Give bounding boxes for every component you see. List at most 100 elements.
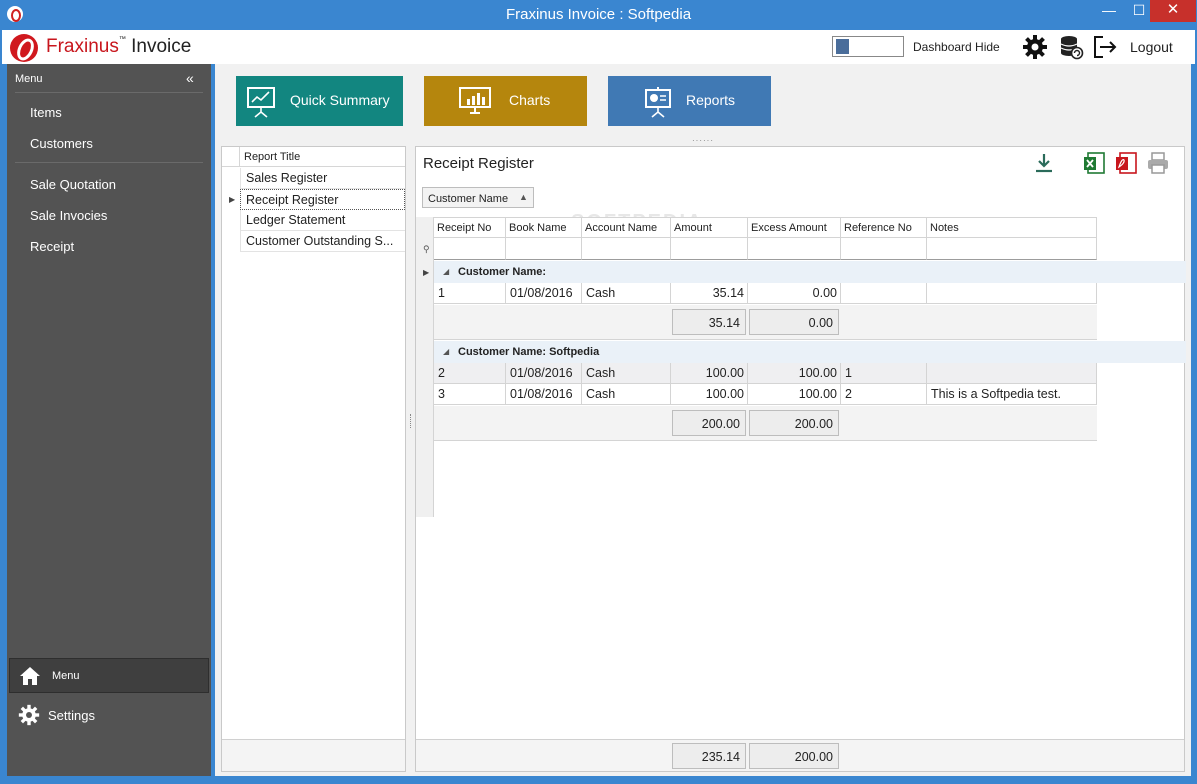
sidebar-bottom-settings[interactable]: Settings — [9, 698, 209, 732]
window-title-bar: Fraxinus Invoice : Softpedia — ☐ ✕ — [0, 0, 1197, 30]
quick-summary-label: Quick Summary — [290, 92, 390, 108]
filter-cell-excess-amount[interactable] — [748, 238, 841, 260]
report-title-column[interactable]: Report Title — [244, 151, 300, 163]
vertical-splitter[interactable] — [410, 414, 413, 428]
report-item-label: Ledger Statement — [246, 213, 346, 227]
group-row-customer-name[interactable]: ◢ Customer Name: — [434, 261, 1186, 283]
reports-tile[interactable]: Reports — [608, 76, 771, 126]
filter-cell-receipt-no[interactable] — [434, 238, 506, 260]
group-collapse-icon[interactable]: ◢ — [443, 267, 449, 276]
row-indicator-column — [416, 217, 434, 517]
cell-book-name: 01/08/2016 — [506, 283, 582, 304]
settings-gear-icon — [18, 704, 40, 726]
dashboard-toggle[interactable] — [832, 36, 904, 57]
group-chip-label: Customer Name — [428, 193, 509, 205]
filter-cell-reference-no[interactable] — [841, 238, 927, 260]
table-row[interactable]: 3 01/08/2016 Cash 100.00 100.00 2 This i… — [434, 384, 1097, 405]
report-item-sales-register[interactable]: Sales Register — [240, 168, 405, 189]
report-list-footer — [222, 739, 405, 771]
cell-account-name: Cash — [582, 363, 671, 384]
column-header-label: Book Name — [509, 222, 567, 234]
home-icon — [20, 667, 40, 685]
quick-summary-tile[interactable]: Quick Summary — [236, 76, 403, 126]
column-header-amount[interactable]: Amount — [671, 217, 748, 238]
group-collapse-icon[interactable]: ◢ — [443, 347, 449, 356]
cell-account-name: Cash — [582, 283, 671, 304]
charts-tile[interactable]: Charts — [424, 76, 587, 126]
report-item-label: Sales Register — [246, 171, 328, 185]
bottom-settings-label: Settings — [48, 708, 95, 723]
dashboard-hide-label: Dashboard Hide — [913, 40, 1000, 54]
logout-icon[interactable] — [1092, 34, 1118, 60]
sidebar-bottom-menu[interactable]: Menu — [9, 658, 209, 693]
logo-product: Invoice — [125, 36, 192, 57]
column-header-book-name[interactable]: Book Name — [506, 217, 582, 238]
cell-receipt-no: 1 — [434, 283, 506, 304]
charts-label: Charts — [509, 92, 551, 108]
cell-reference-no: 2 — [841, 384, 927, 405]
settings-gear-icon[interactable] — [1022, 34, 1048, 60]
sidebar-divider — [15, 162, 203, 163]
close-button[interactable]: ✕ — [1150, 0, 1196, 22]
app-logo: Fraxinus™ Invoice — [46, 36, 191, 58]
filter-cell-notes[interactable] — [927, 238, 1097, 260]
export-pdf-icon[interactable] — [1114, 151, 1138, 175]
table-row[interactable]: 1 01/08/2016 Cash 35.14 0.00 — [434, 283, 1097, 304]
column-header-account-name[interactable]: Account Name — [582, 217, 671, 238]
filter-row-pin-icon[interactable]: ⚲ — [423, 244, 430, 255]
report-item-receipt-register[interactable]: Receipt Register — [240, 189, 405, 210]
filter-cell-account-name[interactable] — [582, 238, 671, 260]
total-amount: 235.14 — [672, 743, 746, 769]
column-header-notes[interactable]: Notes — [927, 217, 1097, 238]
sidebar-title: Menu — [15, 73, 43, 85]
export-excel-icon[interactable] — [1082, 151, 1106, 175]
group-sum-excess: 0.00 — [749, 309, 839, 335]
column-header-label: Receipt No — [437, 222, 492, 234]
main-area: Quick Summary Charts Reports ······ Repo… — [215, 64, 1191, 776]
table-row[interactable]: 2 01/08/2016 Cash 100.00 100.00 1 — [434, 363, 1097, 384]
total-excess-amount: 200.00 — [749, 743, 839, 769]
filter-cell-amount[interactable] — [671, 238, 748, 260]
database-sync-icon[interactable] — [1058, 34, 1084, 60]
group-sum-excess: 200.00 — [749, 410, 839, 436]
report-item-label: Customer Outstanding S... — [246, 234, 394, 248]
cell-excess-amount: 0.00 — [748, 283, 841, 304]
column-header-excess-amount[interactable]: Excess Amount — [748, 217, 841, 238]
toggle-knob — [836, 39, 849, 54]
sidebar-item-customers[interactable]: Customers — [30, 136, 93, 151]
horizontal-splitter[interactable]: ······ — [692, 136, 714, 145]
minimize-button[interactable]: — — [1094, 0, 1124, 22]
cell-reference-no — [841, 283, 927, 304]
download-icon[interactable] — [1032, 151, 1056, 175]
sidebar-item-receipt[interactable]: Receipt — [30, 239, 74, 254]
column-header-reference-no[interactable]: Reference No — [841, 217, 927, 238]
logo-icon — [10, 34, 38, 62]
row-indicator-header — [222, 147, 240, 167]
column-header-receipt-no[interactable]: Receipt No — [434, 217, 506, 238]
filter-cell-book-name[interactable] — [506, 238, 582, 260]
report-item-ledger-statement[interactable]: Ledger Statement — [240, 210, 405, 231]
cell-amount: 100.00 — [671, 384, 748, 405]
cell-notes — [927, 363, 1097, 384]
sidebar-item-sale-invoices[interactable]: Sale Invocies — [30, 208, 107, 223]
group-by-customer-name-chip[interactable]: Customer Name ▲ — [422, 187, 534, 208]
report-list: Report Title ▶ Sales Register Receipt Re… — [221, 146, 406, 772]
cell-amount: 35.14 — [671, 283, 748, 304]
sidebar-item-sale-quotation[interactable]: Sale Quotation — [30, 177, 116, 192]
window-title: Fraxinus Invoice : Softpedia — [505, 6, 692, 23]
report-item-label: Receipt Register — [246, 193, 339, 207]
grid-title: Receipt Register — [423, 155, 534, 172]
collapse-sidebar-icon[interactable]: « — [186, 70, 194, 86]
grid-total-footer: 235.14 200.00 — [416, 739, 1184, 771]
sidebar-item-items[interactable]: Items — [30, 105, 62, 120]
cell-notes — [927, 283, 1097, 304]
logout-button[interactable]: Logout — [1130, 39, 1173, 55]
group-row-customer-softpedia[interactable]: ◢ Customer Name: Softpedia — [434, 341, 1186, 363]
current-row-arrow-icon: ▶ — [423, 268, 430, 277]
cell-amount: 100.00 — [671, 363, 748, 384]
sidebar: Menu « Items Customers Sale Quotation Sa… — [7, 64, 211, 776]
print-icon[interactable] — [1146, 151, 1170, 175]
report-item-customer-outstanding[interactable]: Customer Outstanding S... — [240, 231, 405, 252]
column-header-label: Reference No — [844, 222, 912, 234]
report-list-header: Report Title — [222, 147, 405, 167]
